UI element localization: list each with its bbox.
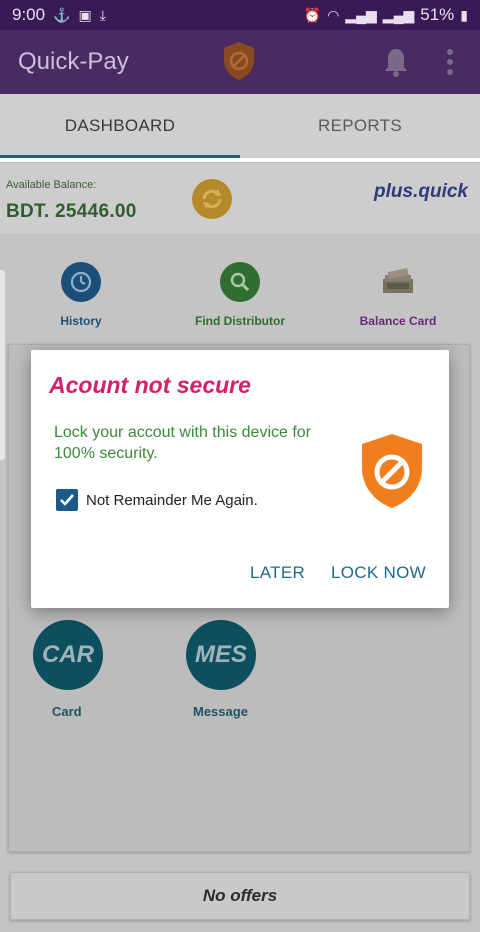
dont-remind-label: Not Remainder Me Again. bbox=[86, 491, 258, 509]
lock-now-button[interactable]: LOCK NOW bbox=[331, 563, 426, 583]
later-button[interactable]: LATER bbox=[250, 563, 305, 583]
status-bar: 9:00 ⚓ ▣ ⤓ ⏰ ◠ ▂▄▆ ▂▄▆ 51% ▮ bbox=[0, 0, 480, 30]
refresh-icon[interactable] bbox=[192, 179, 232, 219]
signal-icon: ▂▄▆ bbox=[345, 6, 377, 23]
balance-value: BDT. 25446.00 bbox=[6, 201, 137, 222]
check-icon bbox=[60, 494, 74, 506]
history-clock-icon bbox=[61, 262, 101, 302]
security-dialog: Acount not secure Lock your accout with … bbox=[31, 350, 449, 608]
battery-icon: ▮ bbox=[460, 6, 468, 23]
shield-block-icon bbox=[362, 434, 422, 508]
offers-bar: No offers bbox=[10, 872, 470, 920]
feature-label: History bbox=[60, 314, 102, 328]
message-label: Message bbox=[193, 704, 248, 719]
search-icon bbox=[220, 262, 260, 302]
offers-text: No offers bbox=[202, 886, 278, 905]
dont-remind-row[interactable]: Not Remainder Me Again. bbox=[56, 489, 258, 511]
bell-icon[interactable] bbox=[383, 47, 409, 77]
alarm-icon: ⏰ bbox=[303, 6, 322, 23]
download-icon: ⤓ bbox=[99, 6, 106, 23]
balance-section: Available Balance: BDT. 25446.00 plus.qu… bbox=[0, 162, 480, 234]
feature-find-distributor[interactable]: Find Distributor bbox=[180, 262, 300, 328]
side-drawer-handle[interactable] bbox=[0, 270, 5, 460]
tab-dashboard[interactable]: DASHBOARD bbox=[0, 94, 240, 158]
feature-balance-card[interactable]: Balance Card bbox=[348, 262, 448, 328]
message-button[interactable]: MES bbox=[186, 620, 256, 690]
dialog-message: Lock your accout with this device for 10… bbox=[54, 424, 312, 462]
feature-label: Find Distributor bbox=[195, 314, 285, 328]
image-icon: ▣ bbox=[78, 6, 92, 23]
feature-history[interactable]: History bbox=[41, 262, 121, 328]
signal-icon: ▂▄▆ bbox=[382, 6, 415, 23]
card-label: Card bbox=[52, 704, 82, 719]
battery-percent: 51% bbox=[420, 5, 455, 24]
status-time: 9:00 bbox=[12, 5, 46, 24]
shield-block-icon bbox=[224, 42, 254, 80]
balance-label: Available Balance: bbox=[6, 179, 97, 191]
notification-icon: ⚓ bbox=[53, 6, 71, 23]
tab-reports[interactable]: REPORTS bbox=[240, 94, 480, 158]
dialog-title: Acount not secure bbox=[49, 372, 251, 398]
card-button[interactable]: CAR bbox=[33, 620, 103, 690]
cash-stack-icon bbox=[378, 262, 418, 302]
dont-remind-checkbox[interactable] bbox=[56, 489, 78, 511]
brand-label: plus.quick bbox=[374, 181, 468, 202]
more-vert-icon[interactable] bbox=[443, 48, 457, 76]
app-bar: Quick-Pay bbox=[0, 30, 480, 94]
tab-bar: DASHBOARD REPORTS bbox=[0, 94, 480, 158]
app-title: Quick-Pay bbox=[18, 48, 129, 75]
feature-label: Balance Card bbox=[359, 314, 437, 328]
wifi-icon: ◠ bbox=[327, 6, 340, 23]
